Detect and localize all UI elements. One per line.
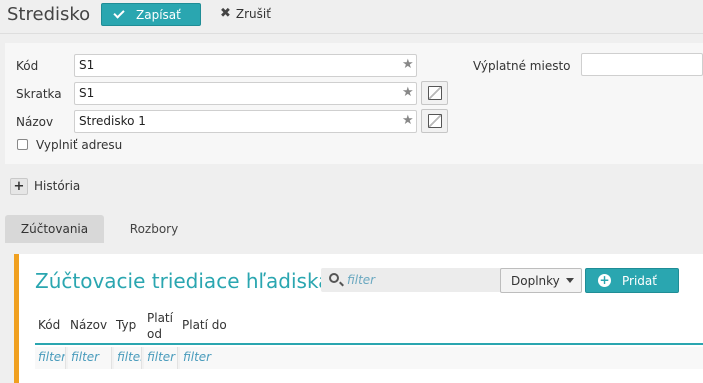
vyplnit-adresu-checkbox[interactable] xyxy=(17,139,28,150)
translate-button[interactable] xyxy=(421,81,448,105)
add-button[interactable]: + Pridať xyxy=(585,268,679,293)
form-panel: Kód S1 ★ Skratka S1 ★ Názov Stredisko 1 … xyxy=(5,43,703,164)
header-divider xyxy=(35,343,703,345)
column-header-kod[interactable]: Kód xyxy=(38,318,60,332)
page-title: Stredisko xyxy=(7,4,91,25)
filter-nazov[interactable]: filter xyxy=(68,347,112,369)
add-button-label: Pridať xyxy=(622,273,657,288)
filter-kod[interactable]: filter xyxy=(35,347,66,369)
toolbar: Stredisko Zapísať ✖ Zrušiť xyxy=(0,0,703,30)
search-placeholder: filter xyxy=(347,273,376,287)
search-input[interactable]: filter xyxy=(321,268,509,292)
search-icon xyxy=(329,273,339,283)
nazov-label: Názov xyxy=(16,115,54,129)
filter-typ[interactable]: filter xyxy=(114,347,142,369)
expand-history-button[interactable]: + xyxy=(10,178,28,195)
doplnky-dropdown[interactable]: Doplnky xyxy=(500,268,582,293)
filter-plati-od[interactable]: filter xyxy=(144,347,178,369)
translate-icon xyxy=(427,86,442,100)
plus-icon: + xyxy=(598,273,611,287)
tab-rozbory[interactable]: Rozbory xyxy=(109,215,199,243)
filter-row: filter filter filter filter filter xyxy=(35,347,703,369)
doplnky-label: Doplnky xyxy=(511,273,560,288)
history-label[interactable]: História xyxy=(34,179,80,193)
skratka-field[interactable]: S1 xyxy=(74,82,417,105)
star-icon[interactable]: ★ xyxy=(402,113,414,128)
skratka-label: Skratka xyxy=(16,87,62,101)
save-button[interactable]: Zapísať xyxy=(101,3,201,26)
translate-button[interactable] xyxy=(421,109,448,133)
close-icon: ✖ xyxy=(220,6,231,21)
cancel-button[interactable]: ✖ Zrušiť xyxy=(220,6,271,21)
vyplnit-adresu-label: Vyplniť adresu xyxy=(36,138,123,152)
star-icon[interactable]: ★ xyxy=(402,57,414,72)
star-icon[interactable]: ★ xyxy=(402,85,414,100)
kod-label: Kód xyxy=(16,59,39,73)
column-header-nazov[interactable]: Názov xyxy=(70,318,107,332)
save-button-label: Zapísať xyxy=(136,7,181,22)
column-header-typ[interactable]: Typ xyxy=(116,318,136,332)
tab-zuctovania[interactable]: Zúčtovania xyxy=(5,215,104,243)
column-header-plati-do[interactable]: Platí do xyxy=(182,318,227,332)
header-divider xyxy=(0,33,703,34)
zuctovanie-panel: Zúčtovacie triediace hľadiská filter Dop… xyxy=(14,254,703,383)
check-icon xyxy=(113,7,125,19)
nazov-field[interactable]: Stredisko 1 xyxy=(74,110,417,133)
translate-icon xyxy=(427,114,442,128)
chevron-down-icon xyxy=(565,278,574,283)
cancel-button-label: Zrušiť xyxy=(235,6,271,21)
section-title: Zúčtovacie triediace hľadiská xyxy=(35,269,331,293)
vyplatne-miesto-label: Výplatné miesto xyxy=(473,59,571,73)
kod-field[interactable]: S1 xyxy=(74,54,417,77)
column-header-plati-od[interactable]: Platí od xyxy=(147,310,177,342)
vyplatne-miesto-field[interactable] xyxy=(581,53,703,76)
filter-plati-do[interactable]: filter xyxy=(180,347,703,369)
